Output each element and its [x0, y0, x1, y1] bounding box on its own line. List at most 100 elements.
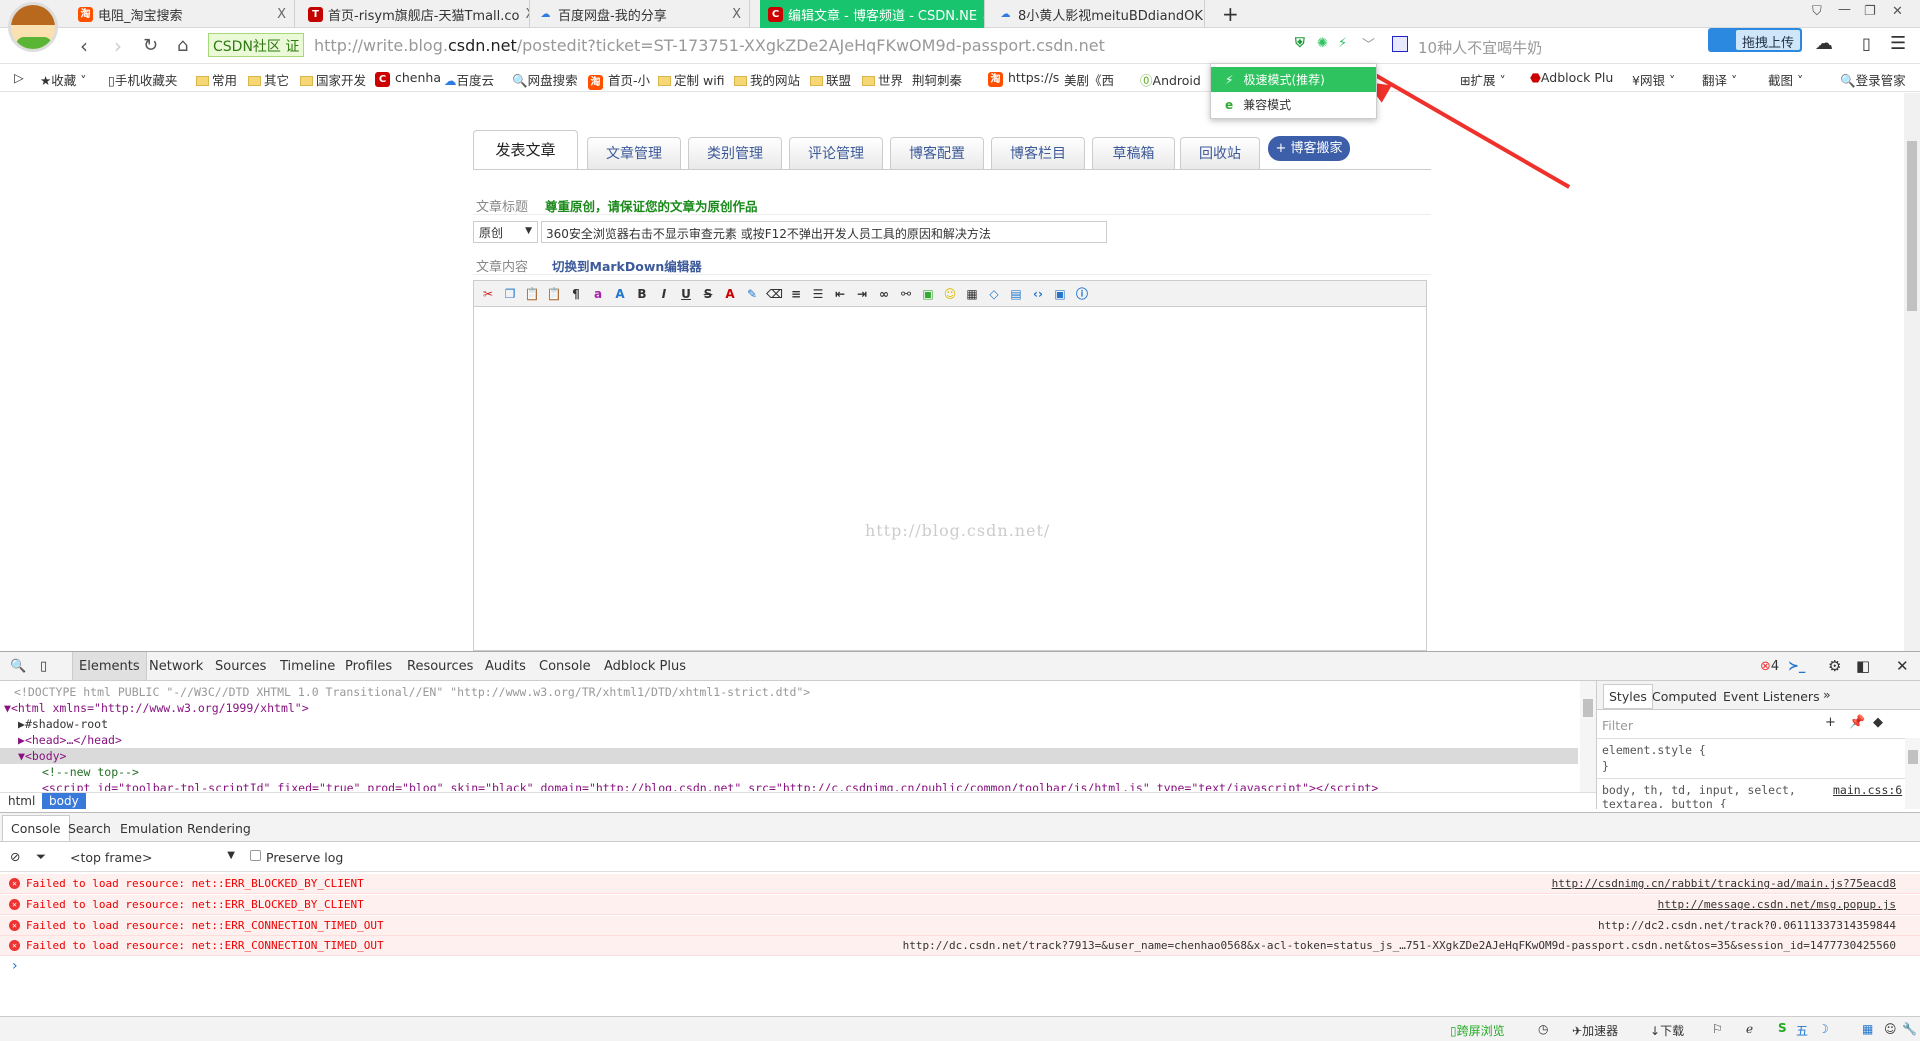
crumb-body[interactable]: body — [42, 793, 86, 809]
article-content-editor[interactable] — [473, 307, 1427, 651]
style-source-link[interactable]: main.css:6 — [1833, 783, 1902, 797]
dom-node-html[interactable]: ▼<html xmlns="http://www.w3.org/1999/xht… — [4, 701, 309, 715]
ime-moon-icon[interactable]: ☽ — [1818, 1022, 1829, 1036]
accelerate-icon[interactable]: ✺ — [1317, 36, 1328, 51]
close-tab-icon[interactable]: X — [271, 7, 286, 22]
unlink-icon[interactable]: ⚯ — [898, 286, 914, 302]
article-type-select[interactable]: 原创 ▼ — [473, 221, 538, 243]
forward-button[interactable]: › — [114, 34, 122, 58]
site-cert-badge[interactable]: CSDN社区 证 — [208, 33, 305, 57]
bookmark[interactable]: ☁百度云 — [444, 70, 494, 89]
tab-sources[interactable]: Sources — [215, 659, 266, 674]
error-count-icon[interactable]: ⊗4 — [1760, 659, 1779, 674]
bookmark[interactable]: 淘首页-小 — [588, 70, 650, 90]
tab-post-article[interactable]: 发表文章 — [473, 130, 578, 170]
italic-icon[interactable]: I — [656, 286, 672, 302]
url-input[interactable]: http://write.blog.csdn.net/postedit?tick… — [314, 36, 1105, 55]
keyboard-icon[interactable]: ▦ — [1862, 1022, 1873, 1036]
browser-tab-active[interactable]: C编辑文章 - 博客频道 - CSDN.NEX — [760, 0, 985, 28]
accelerator-button[interactable]: ✈加速器 — [1572, 1022, 1618, 1039]
dom-node-script[interactable]: <script id="toolbar-tpl-scriptId" fixed=… — [42, 781, 1582, 791]
extensions-button[interactable]: ⊞扩展 ˅ — [1460, 70, 1506, 89]
tab-elements[interactable]: Elements — [72, 652, 147, 680]
console-prompt[interactable]: › — [12, 958, 18, 974]
tab-event-listeners[interactable]: Event Listeners — [1723, 689, 1820, 704]
close-window-button[interactable]: ✕ — [1892, 4, 1903, 19]
browser-tab[interactable]: 淘电阻_淘宝搜索 X — [70, 0, 295, 28]
code-icon[interactable]: ◇ — [986, 286, 1002, 302]
netbank-button[interactable]: ¥网银 ˅ — [1632, 70, 1675, 89]
download-button[interactable]: ↓下载 — [1650, 1022, 1684, 1039]
error-source-link[interactable]: http://message.csdn.net/msg.popup.js — [1658, 898, 1896, 911]
table-icon[interactable]: ▦ — [964, 286, 980, 302]
tab-resources[interactable]: Resources — [407, 659, 473, 674]
bookmark[interactable]: 美剧《西 — [1064, 70, 1114, 89]
tab-network[interactable]: Network — [149, 659, 203, 674]
drawer-tab-search[interactable]: Search — [68, 821, 111, 836]
adblock-button[interactable]: ⬣Adblock Plu — [1530, 70, 1613, 85]
paste-text-icon[interactable]: 📋 — [546, 286, 562, 302]
drawer-tab-rendering[interactable]: Rendering — [187, 821, 251, 836]
browser-tab[interactable]: ☁ 百度网盘-我的分享 X — [530, 0, 750, 28]
list-icon[interactable]: ☰ — [810, 286, 826, 302]
article-title-input[interactable]: 360安全浏览器右击不显示审查元素 或按F12不弹出开发人员工具的原因和解决方法 — [541, 221, 1107, 243]
search-hint[interactable]: 10种人不宜喝牛奶 — [1418, 37, 1542, 58]
bookmark-folder[interactable]: 国家开发 — [300, 70, 366, 89]
bookmark[interactable]: 淘 https://s — [988, 70, 1059, 87]
page-scrollbar[interactable] — [1904, 93, 1920, 651]
close-tab-icon[interactable]: X — [726, 7, 741, 22]
eraser-icon[interactable]: ⌫ — [766, 286, 783, 302]
translate-button[interactable]: 翻译 ˅ — [1702, 70, 1737, 89]
link-icon[interactable]: ∞ — [876, 286, 892, 302]
skin-icon[interactable]: ⛉ — [1812, 4, 1822, 19]
new-rule-icon[interactable]: + — [1825, 715, 1836, 730]
paste-icon[interactable]: 📋 — [524, 286, 540, 302]
login-manager-button[interactable]: 🔍登录管家 — [1840, 70, 1906, 89]
pin-icon[interactable]: 📌 — [1849, 715, 1865, 730]
settings-wrench-icon[interactable]: 🔧 — [1902, 1022, 1917, 1036]
font-size-icon[interactable]: A — [612, 286, 628, 302]
new-tab-button[interactable]: + — [1222, 2, 1239, 26]
bookmark-favorites[interactable]: ★收藏 ˅ — [40, 70, 86, 89]
drag-upload-button[interactable]: 拖拽上传 — [1708, 28, 1802, 52]
underline-icon[interactable]: U — [678, 286, 694, 302]
menu-item-compat-mode[interactable]: e 兼容模式 — [1211, 92, 1376, 117]
close-tab-icon[interactable]: X — [520, 7, 530, 22]
crumb-html[interactable]: html — [8, 794, 35, 808]
error-source-link[interactable]: http://dc2.csdn.net/track?0.061113373143… — [1598, 919, 1896, 932]
minimize-button[interactable]: — — [1838, 2, 1851, 17]
tab-adblock-plus[interactable]: Adblock Plus — [604, 659, 686, 674]
ime-wubi-icon[interactable]: 五 — [1796, 1022, 1808, 1039]
clear-console-icon[interactable]: ⊘ — [10, 849, 20, 864]
bookmark[interactable]: Cchenha — [375, 70, 441, 87]
filter-icon[interactable]: ⏷ — [36, 849, 46, 865]
tab-computed[interactable]: Computed — [1652, 689, 1717, 704]
fast-mode-lightning-icon[interactable]: ⚡ — [1338, 36, 1347, 51]
markdown-switch-link[interactable]: 切换到MarkDown编辑器 — [552, 256, 702, 275]
outdent-icon[interactable]: ⇤ — [832, 286, 848, 302]
strikethrough-icon[interactable]: S — [700, 286, 716, 302]
bookmark-folder[interactable]: 世界 — [862, 70, 903, 89]
tab-console[interactable]: Console — [539, 659, 591, 674]
style-rule-selector[interactable]: body, th, td, input, select, — [1602, 783, 1796, 797]
close-devtools-icon[interactable]: ✕ — [1896, 657, 1909, 675]
template-icon[interactable]: ▤ — [1008, 286, 1024, 302]
toggle-state-icon[interactable]: ◆ — [1873, 715, 1883, 730]
bold-icon[interactable]: B — [634, 286, 650, 302]
bookmark[interactable]: 荆轲刺秦 — [912, 70, 962, 89]
close-tab-icon[interactable]: X — [977, 7, 984, 22]
highlight-icon[interactable]: ✎ — [744, 286, 760, 302]
styles-filter-input[interactable]: Filter — [1602, 718, 1633, 733]
about-icon[interactable]: ⓘ — [1074, 286, 1090, 302]
indent-icon[interactable]: ⇥ — [854, 286, 870, 302]
console-drawer-icon[interactable]: ≻_ — [1788, 659, 1805, 674]
dom-doctype[interactable]: <!DOCTYPE html PUBLIC "-//W3C//DTD XHTML… — [14, 685, 810, 699]
tab-blog-config[interactable]: 博客配置 — [890, 137, 984, 169]
error-source-link[interactable]: http://csdnimg.cn/rabbit/tracking-ad/mai… — [1552, 877, 1896, 890]
tab-drafts[interactable]: 草稿箱 — [1092, 137, 1175, 169]
format-icon[interactable]: ¶ — [568, 286, 584, 302]
align-icon[interactable]: ≡ — [788, 286, 804, 302]
screenshot-button[interactable]: 截图 ˅ — [1768, 70, 1803, 89]
inspect-icon[interactable]: 🔍 — [10, 659, 26, 674]
font-color-icon[interactable]: A — [722, 286, 738, 302]
